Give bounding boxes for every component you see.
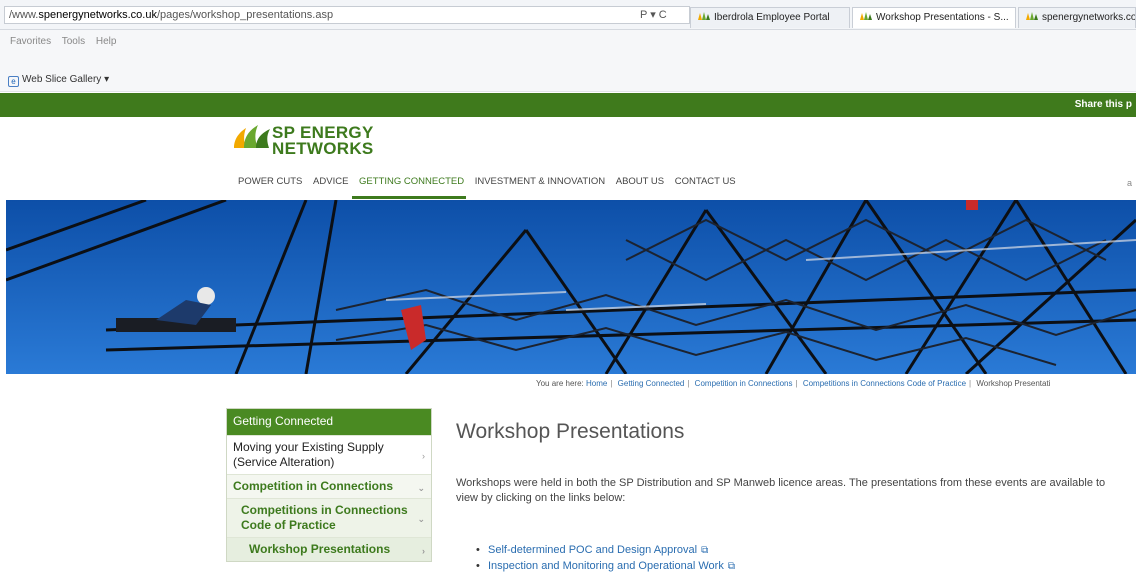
breadcrumb-separator: | bbox=[687, 379, 690, 388]
nav-getting-connected[interactable]: GETTING CONNECTED bbox=[359, 176, 464, 187]
link-self-determined-poc[interactable]: Self-determined POC and Design Approval bbox=[488, 544, 697, 556]
logo-flame-icon bbox=[234, 125, 270, 148]
list-item: Inspection and Monitoring and Operationa… bbox=[476, 560, 735, 576]
nav-advice[interactable]: ADVICE bbox=[313, 176, 348, 187]
url-domain: spenergynetworks.co.uk bbox=[38, 9, 157, 21]
address-bar[interactable]: /www.spenergynetworks.co.uk/pages/worksh… bbox=[4, 6, 690, 24]
breadcrumb-separator: | bbox=[610, 379, 613, 388]
chevron-right-icon: › bbox=[422, 451, 425, 461]
search-refresh-icons[interactable]: P ▾ C bbox=[640, 8, 667, 21]
close-tab-icon[interactable]: × bbox=[1015, 12, 1016, 23]
favorites-bar: e Web Slice Gallery ▾ bbox=[0, 68, 1136, 92]
chevron-down-icon: ⌄ bbox=[417, 482, 425, 493]
nav-power-cuts[interactable]: POWER CUTS bbox=[238, 176, 302, 187]
tab-spenergynetworks[interactable]: spenergynetworks.co.. bbox=[1018, 7, 1136, 28]
breadcrumb-home[interactable]: Home bbox=[586, 379, 607, 388]
nav-search-partial[interactable]: a bbox=[1127, 178, 1132, 188]
sidebar-item-workshop-presentations[interactable]: Workshop Presentations › bbox=[227, 537, 431, 561]
breadcrumb-prefix: You are here: bbox=[536, 379, 584, 388]
tab-label: Workshop Presentations - S... bbox=[876, 12, 1009, 23]
menu-favorites[interactable]: Favorites bbox=[10, 36, 51, 47]
page-title: Workshop Presentations bbox=[456, 420, 685, 443]
logo-line-2: NETWORKS bbox=[272, 139, 374, 158]
sidebar-item-code-of-practice[interactable]: Competitions in Connections Code of Prac… bbox=[227, 498, 431, 537]
share-link[interactable]: Share this p bbox=[1075, 99, 1132, 110]
intro-paragraph: Workshops were held in both the SP Distr… bbox=[456, 477, 1106, 504]
external-link-icon[interactable]: ⧉ bbox=[701, 545, 708, 556]
link-inspection-monitoring[interactable]: Inspection and Monitoring and Operationa… bbox=[488, 560, 724, 572]
hero-pylon-image bbox=[6, 200, 1136, 374]
sidebar-item-label: Competitions in Connections Code of Prac… bbox=[241, 503, 408, 532]
sidebar-nav: Getting Connected Moving your Existing S… bbox=[226, 408, 432, 562]
breadcrumb-separator: | bbox=[969, 379, 972, 388]
chevron-down-icon: ⌄ bbox=[417, 514, 425, 524]
sp-energy-favicon bbox=[1025, 12, 1038, 21]
nav-contact-us[interactable]: CONTACT US bbox=[675, 176, 736, 187]
top-green-bar: Share this p bbox=[0, 93, 1136, 117]
menu-help[interactable]: Help bbox=[96, 36, 117, 47]
nav-about-us[interactable]: ABOUT US bbox=[616, 176, 664, 187]
sp-energy-networks-logo[interactable]: SP ENERGY NETWORKS bbox=[232, 124, 382, 166]
sidebar-item-competition-in-connections[interactable]: Competition in Connections ⌄ bbox=[227, 474, 431, 498]
breadcrumb-getting-connected[interactable]: Getting Connected bbox=[618, 379, 685, 388]
sidebar-item-label: Moving your Existing Supply (Service Alt… bbox=[233, 440, 384, 469]
sidebar-heading[interactable]: Getting Connected bbox=[227, 409, 431, 435]
breadcrumb-current: Workshop Presentati bbox=[976, 379, 1051, 388]
menu-tools[interactable]: Tools bbox=[62, 36, 85, 47]
sp-energy-favicon bbox=[697, 12, 710, 21]
sp-energy-favicon bbox=[859, 12, 872, 21]
sidebar-item-label: Workshop Presentations bbox=[249, 542, 391, 556]
breadcrumb: You are here: Home | Getting Connected | C… bbox=[536, 379, 1050, 388]
breadcrumb-separator: | bbox=[795, 379, 798, 388]
tab-label: spenergynetworks.co.. bbox=[1042, 12, 1136, 23]
browser-toolbar: /www.spenergynetworks.co.uk/pages/worksh… bbox=[0, 0, 1136, 30]
tab-workshop-presentations[interactable]: Workshop Presentations - S... × bbox=[852, 7, 1016, 28]
web-slice-label: Web Slice Gallery ▾ bbox=[22, 74, 110, 85]
main-nav: POWER CUTS ADVICE GETTING CONNECTED INVE… bbox=[238, 176, 744, 196]
list-item: Self-determined POC and Design Approval ⧉ bbox=[476, 544, 735, 560]
pylon-illustration bbox=[6, 200, 1136, 374]
presentation-links: Self-determined POC and Design Approval ⧉… bbox=[476, 544, 735, 576]
chevron-right-icon: › bbox=[422, 545, 425, 556]
sidebar-item-label: Competition in Connections bbox=[233, 479, 393, 493]
url-path: /pages/workshop_presentations.asp bbox=[156, 9, 334, 21]
tab-label: Iberdrola Employee Portal bbox=[714, 12, 830, 23]
ie-icon: e bbox=[8, 76, 19, 87]
breadcrumb-competition-in-connections[interactable]: Competition in Connections bbox=[695, 379, 793, 388]
url-prefix: /www. bbox=[9, 9, 39, 21]
tab-iberdrola[interactable]: Iberdrola Employee Portal bbox=[690, 7, 850, 28]
external-link-icon[interactable]: ⧉ bbox=[728, 561, 735, 572]
nav-active-indicator bbox=[352, 196, 466, 199]
nav-investment-innovation[interactable]: INVESTMENT & INNOVATION bbox=[475, 176, 605, 187]
breadcrumb-code-of-practice[interactable]: Competitions in Connections Code of Prac… bbox=[803, 379, 966, 388]
sidebar-item-moving-supply[interactable]: Moving your Existing Supply (Service Alt… bbox=[227, 435, 431, 474]
web-slice-gallery[interactable]: e Web Slice Gallery ▾ bbox=[8, 74, 109, 87]
menu-bar: Favorites Tools Help bbox=[0, 30, 1136, 68]
